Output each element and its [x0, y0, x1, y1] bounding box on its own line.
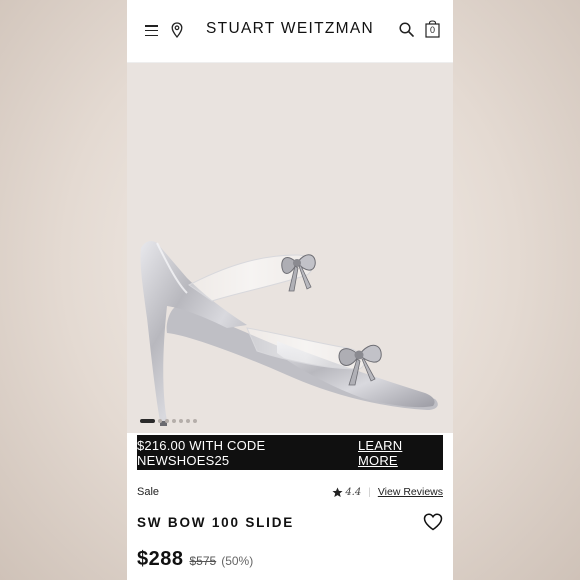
cart-count: 0	[429, 25, 435, 35]
carousel-dot[interactable]	[158, 419, 162, 423]
original-price: $575	[189, 554, 217, 568]
product-title: SW BOW 100 SLIDE	[137, 515, 295, 530]
carousel-dot[interactable]	[140, 419, 155, 423]
sale-label: Sale	[137, 486, 160, 498]
price-row: $288 $575 (50%)	[137, 548, 253, 571]
promo-banner[interactable]: $216.00 WITH CODE NEWSHOES25 LEARN MORE	[137, 435, 443, 470]
sale-price: $288	[137, 548, 184, 570]
search-icon[interactable]	[399, 22, 414, 37]
carousel-dot[interactable]	[193, 419, 197, 423]
view-reviews-link[interactable]: View Reviews	[378, 486, 443, 498]
rating-summary: 4.4 | View Reviews	[332, 486, 443, 498]
star-icon	[332, 487, 343, 497]
learn-more-link[interactable]: LEARN MORE	[358, 438, 443, 468]
carousel-indicator[interactable]	[140, 417, 197, 425]
shopping-bag-icon[interactable]: 0	[425, 20, 440, 38]
phone-screen: STUART WEITZMAN 0 $216.00 WITH CODE NEWS…	[127, 0, 453, 580]
carousel-dot[interactable]	[165, 419, 169, 423]
heart-icon[interactable]	[423, 513, 443, 531]
shoe-illustration	[140, 240, 438, 426]
discount-percent: (50%)	[221, 554, 254, 568]
carousel-dot[interactable]	[186, 419, 190, 423]
rating-divider: |	[368, 486, 371, 498]
carousel-dot[interactable]	[179, 419, 183, 423]
site-header: STUART WEITZMAN 0	[127, 0, 453, 63]
rating-value: 4.4	[345, 486, 362, 498]
carousel-dot[interactable]	[172, 419, 176, 423]
product-image[interactable]	[127, 63, 453, 433]
promo-text: $216.00 WITH CODE NEWSHOES25	[137, 437, 266, 468]
